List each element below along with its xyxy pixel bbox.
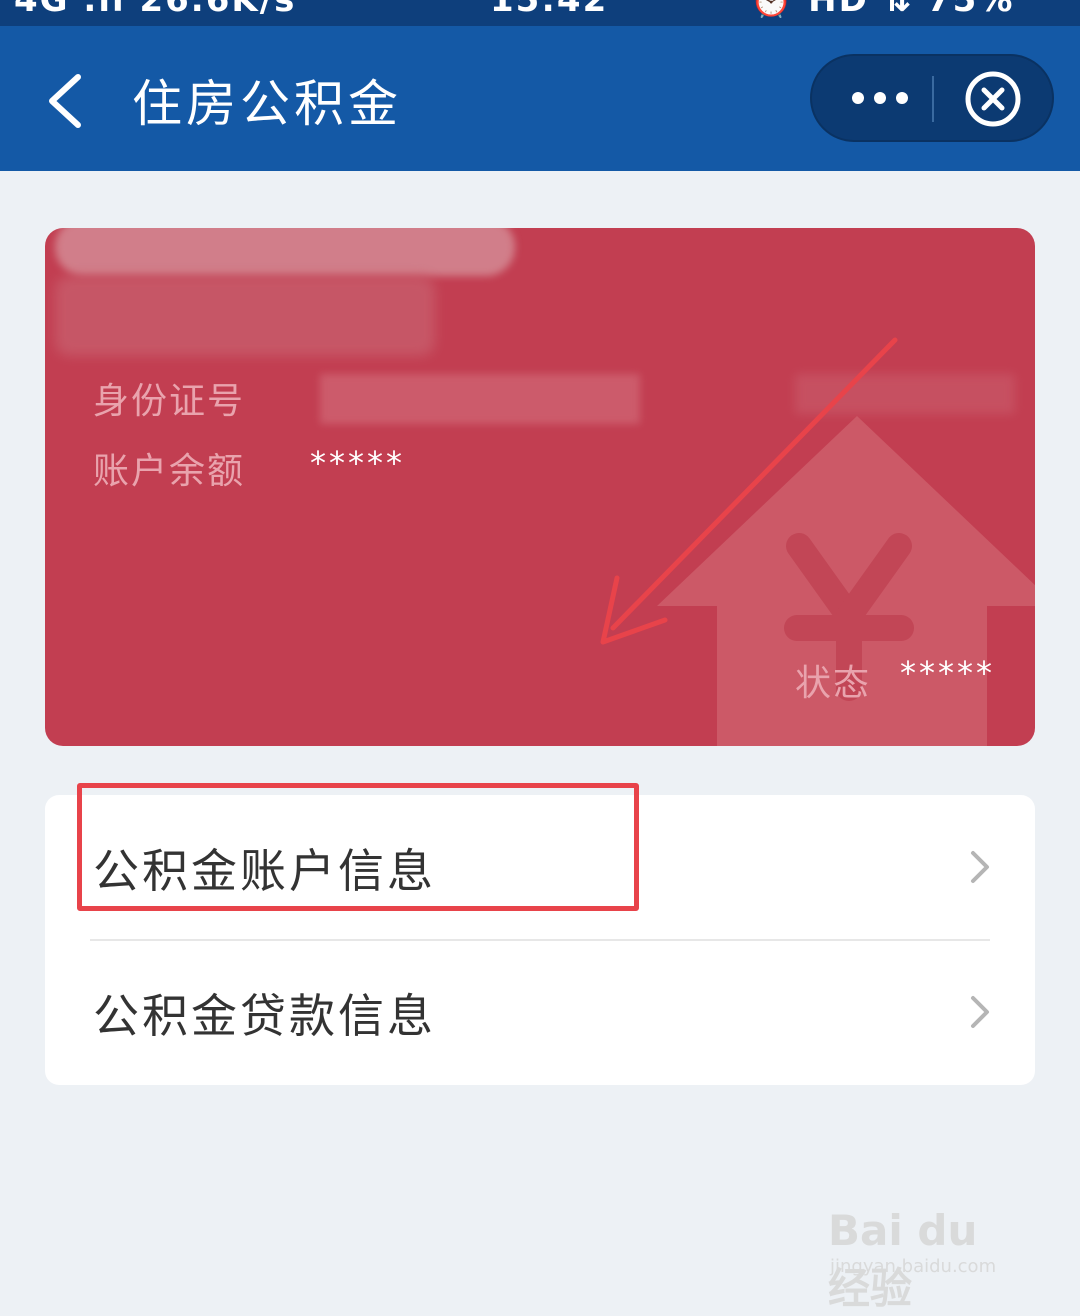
chevron-left-icon xyxy=(49,74,81,128)
more-dot xyxy=(874,92,886,104)
fund-account-card[interactable]: 身份证号 账户余额 ***** 状态 ***** xyxy=(45,228,1035,746)
chevron-right-icon xyxy=(971,996,989,1028)
close-button[interactable] xyxy=(962,68,1024,130)
status-time: 15:42 xyxy=(490,0,609,20)
chevron-right-icon xyxy=(971,851,989,883)
app-header: 住房公积金 xyxy=(0,26,1080,171)
menu-item-loan-info[interactable]: 公积金贷款信息 xyxy=(45,940,1035,1085)
back-button[interactable] xyxy=(30,61,110,141)
capsule-divider xyxy=(932,76,934,122)
more-dot xyxy=(896,92,908,104)
page-title: 住房公积金 xyxy=(132,75,402,133)
more-button[interactable] xyxy=(830,56,930,140)
annotation-highlight-box xyxy=(77,783,639,911)
close-circle-icon xyxy=(965,71,1021,127)
annotation-arrow xyxy=(600,337,898,645)
baidu-jingyan-watermark: Bai du 经验 jingyan.baidu.com xyxy=(828,1192,1028,1313)
status-bar: 4G .ıl 26.6K/s 15:42 ⏰ HD ⇅ 75% xyxy=(0,0,1080,26)
watermark-url: jingyan.baidu.com xyxy=(830,1256,997,1277)
status-signal: 4G .ıl 26.6K/s xyxy=(14,0,297,20)
status-indicators: ⏰ HD ⇅ 75% xyxy=(750,0,1015,20)
menu-item-label: 公积金贷款信息 xyxy=(93,989,436,1043)
more-dots-icon xyxy=(852,92,864,104)
miniprogram-capsule xyxy=(810,54,1054,142)
